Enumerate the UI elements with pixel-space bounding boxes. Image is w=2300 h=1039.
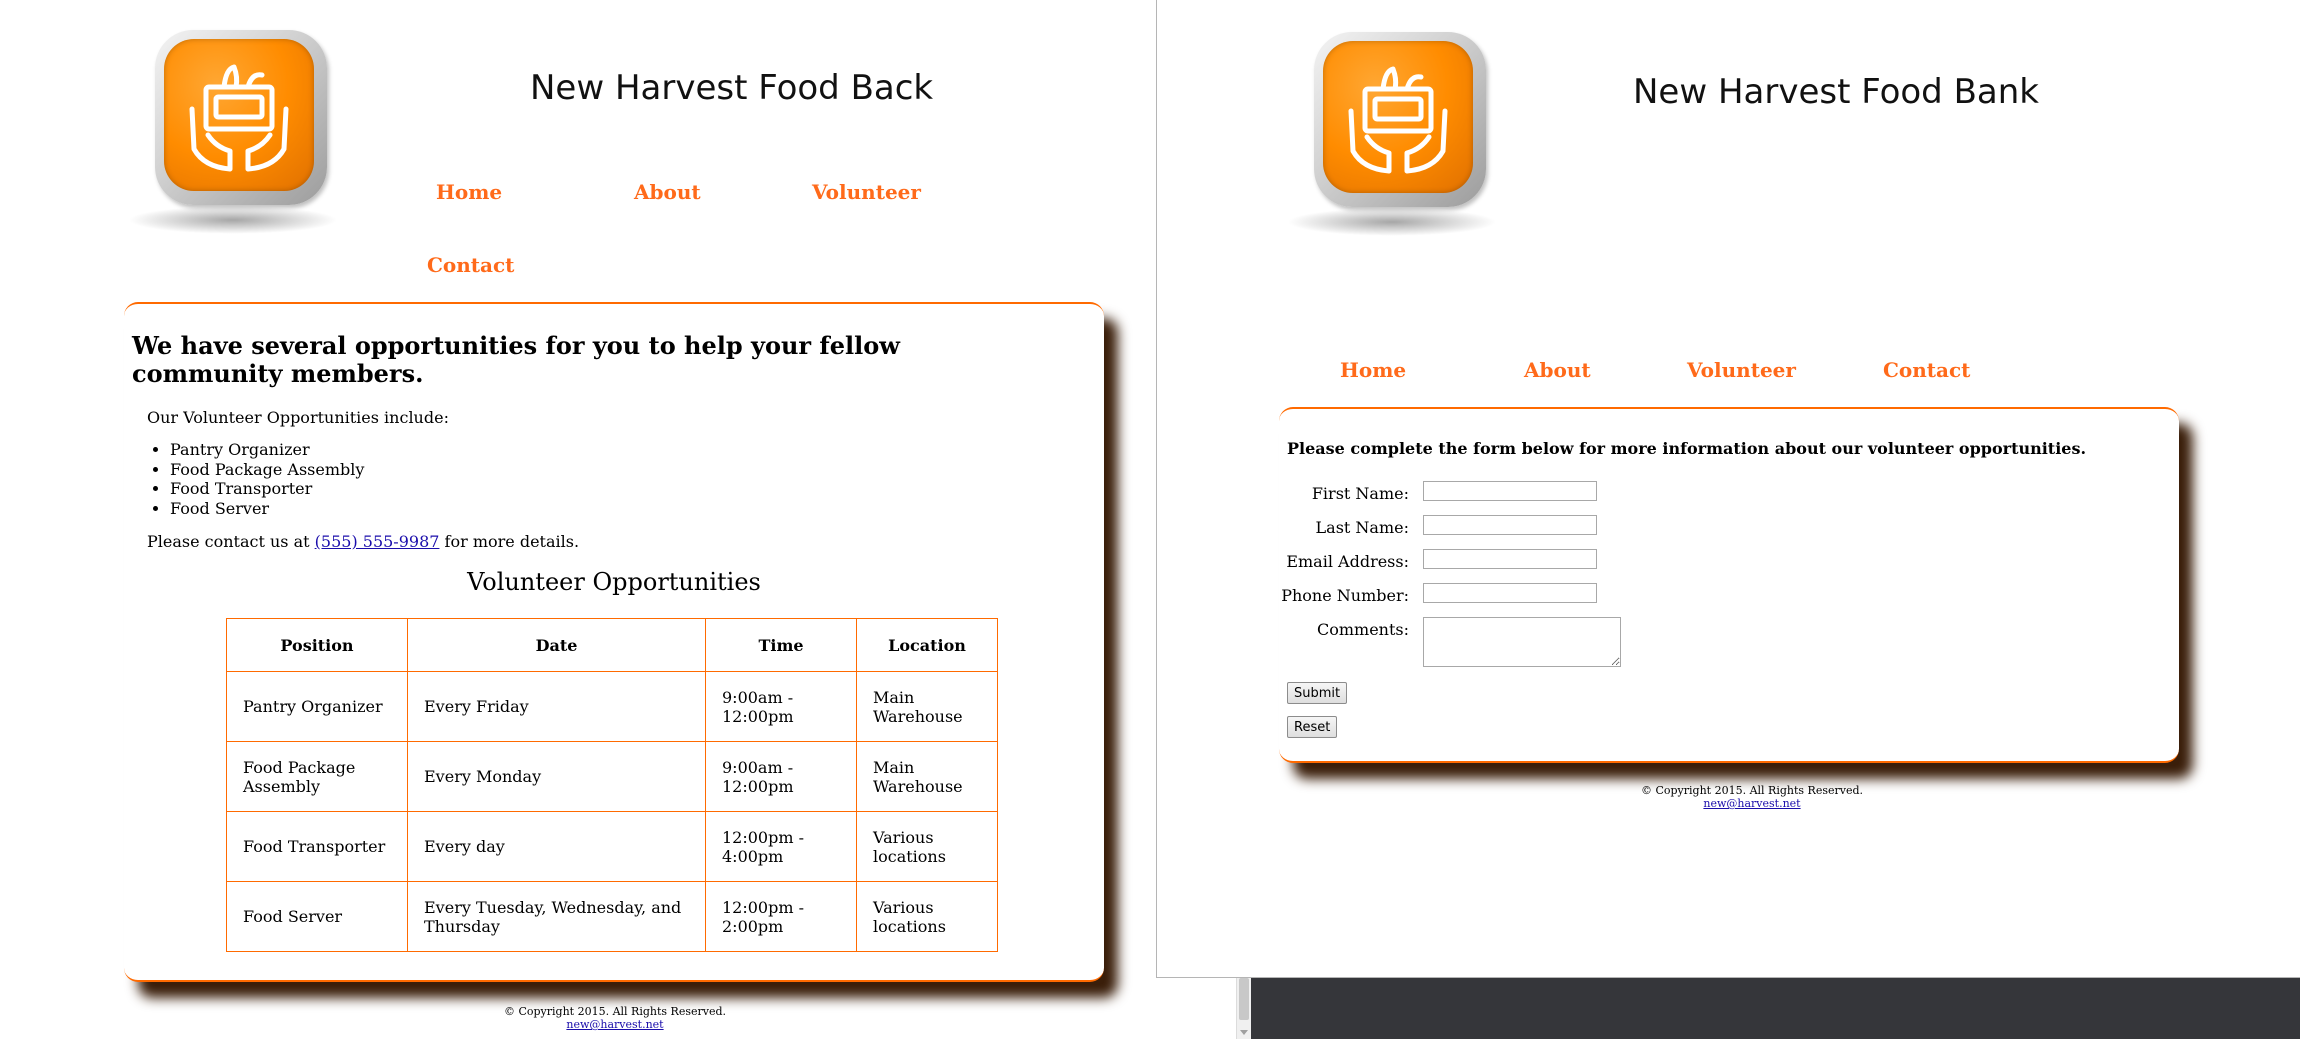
browser-window-contact-form-page: New Harvest Food Bank Home About Volunte… (1156, 0, 2300, 978)
table-row: Food Transporter Every day 12:00pm - 4:0… (226, 811, 998, 882)
column-header: Position (226, 618, 408, 672)
table-header-row: Position Date Time Location (226, 618, 998, 672)
logo[interactable] (118, 28, 338, 234)
submit-button[interactable]: Submit (1287, 682, 1348, 704)
table-cell: Food Transporter (226, 811, 408, 882)
first-name-row: First Name: (1279, 481, 1679, 505)
nav-home-link[interactable]: Home (1340, 358, 1406, 382)
comments-label: Comments: (1316, 620, 1409, 639)
browser-window-volunteer-page: New Harvest Food Back Home About Volunte… (0, 0, 1236, 1039)
table-cell: Every day (407, 811, 706, 882)
hands-holding-food-box-icon (1348, 66, 1448, 174)
column-header: Time (705, 618, 857, 672)
email-row: Email Address: (1279, 549, 1679, 573)
table-row: Food Server Every Tuesday, Wednesday, an… (226, 881, 998, 952)
table-cell: Food Server (226, 881, 408, 952)
table-cell: Food Package Assembly (226, 741, 408, 812)
table-title: Volunteer Opportunities (467, 568, 761, 596)
table-cell: Various locations (856, 881, 998, 952)
form-heading: Please complete the form below for more … (1287, 439, 2087, 458)
logo-face (1323, 41, 1473, 193)
phone-input[interactable] (1423, 583, 1597, 603)
form-content-box: Please complete the form below for more … (1279, 407, 2179, 763)
first-name-label: First Name: (1311, 484, 1409, 503)
last-name-row: Last Name: (1279, 515, 1679, 539)
footer-email-link[interactable]: new@harvest.net (566, 1018, 663, 1031)
nav-home-link[interactable]: Home (436, 180, 502, 204)
page-heading: We have several opportunities for you to… (132, 331, 900, 388)
table-cell: Main Warehouse (856, 671, 998, 742)
contact-suffix: for more details. (439, 532, 580, 551)
site-title: New Harvest Food Bank (1633, 72, 2039, 112)
scrollbar-thumb[interactable] (1239, 978, 1249, 1020)
first-name-input[interactable] (1423, 481, 1597, 501)
logo-shadow (128, 206, 338, 234)
contact-line: Please contact us at (555) 555-9987 for … (147, 532, 579, 551)
last-name-label: Last Name: (1315, 518, 1409, 537)
logo-shadow (1287, 208, 1497, 236)
nav-contact-link[interactable]: Contact (1883, 358, 1970, 382)
scroll-down-arrow-icon[interactable] (1240, 1030, 1248, 1035)
table-row: Pantry Organizer Every Friday 9:00am - 1… (226, 671, 998, 742)
last-name-input[interactable] (1423, 515, 1597, 535)
column-header: Location (856, 618, 998, 672)
table-row: Food Package Assembly Every Monday 9:00a… (226, 741, 998, 812)
nav-contact-link[interactable]: Contact (427, 253, 514, 277)
nav-volunteer-link[interactable]: Volunteer (812, 180, 921, 204)
email-label: Email Address: (1286, 552, 1409, 571)
logo-bezel (155, 30, 327, 205)
site-title: New Harvest Food Back (530, 68, 934, 108)
table-cell: Every Tuesday, Wednesday, and Thursday (407, 881, 706, 952)
intro-text: Our Volunteer Opportunities include: (147, 408, 449, 427)
volunteer-content-box: We have several opportunities for you to… (124, 302, 1104, 982)
table-cell: 12:00pm - 4:00pm (705, 811, 857, 882)
comments-row: Comments: (1279, 617, 1679, 671)
desktop-background (1251, 977, 2300, 1039)
table-cell: Pantry Organizer (226, 671, 408, 742)
contact-prefix: Please contact us at (147, 532, 315, 551)
table-cell: 9:00am - 12:00pm (705, 741, 857, 812)
phone-row: Phone Number: (1279, 583, 1679, 607)
reset-button[interactable]: Reset (1287, 716, 1338, 738)
nav-about-link[interactable]: About (1524, 358, 1591, 382)
footer-copyright: © Copyright 2015. All Rights Reserved. (1640, 784, 1864, 797)
table-cell: Various locations (856, 811, 998, 882)
list-item: Food Package Assembly (170, 460, 364, 480)
list-item: Pantry Organizer (170, 440, 364, 460)
column-header: Date (407, 618, 706, 672)
logo[interactable] (1277, 30, 1497, 236)
table-cell: 9:00am - 12:00pm (705, 671, 857, 742)
table-cell: Every Monday (407, 741, 706, 812)
opportunity-list: Pantry Organizer Food Package Assembly F… (147, 440, 364, 518)
comments-textarea[interactable] (1423, 617, 1621, 667)
phone-label: Phone Number: (1281, 586, 1409, 605)
volunteer-table: Position Date Time Location Pantry Organ… (226, 618, 998, 952)
phone-link[interactable]: (555) 555-9987 (315, 532, 440, 551)
table-cell: Main Warehouse (856, 741, 998, 812)
nav-volunteer-link[interactable]: Volunteer (1687, 358, 1796, 382)
hands-holding-food-box-icon (189, 64, 289, 172)
table-cell: Every Friday (407, 671, 706, 742)
nav-about-link[interactable]: About (634, 180, 701, 204)
logo-bezel (1314, 32, 1486, 207)
list-item: Food Server (170, 499, 364, 519)
email-input[interactable] (1423, 549, 1597, 569)
footer: © Copyright 2015. All Rights Reserved. n… (420, 1005, 810, 1031)
footer: © Copyright 2015. All Rights Reserved. n… (1557, 784, 1947, 810)
footer-email-link[interactable]: new@harvest.net (1703, 797, 1800, 810)
list-item: Food Transporter (170, 479, 364, 499)
logo-face (164, 39, 314, 191)
table-cell: 12:00pm - 2:00pm (705, 881, 857, 952)
footer-copyright: © Copyright 2015. All Rights Reserved. (503, 1005, 727, 1018)
